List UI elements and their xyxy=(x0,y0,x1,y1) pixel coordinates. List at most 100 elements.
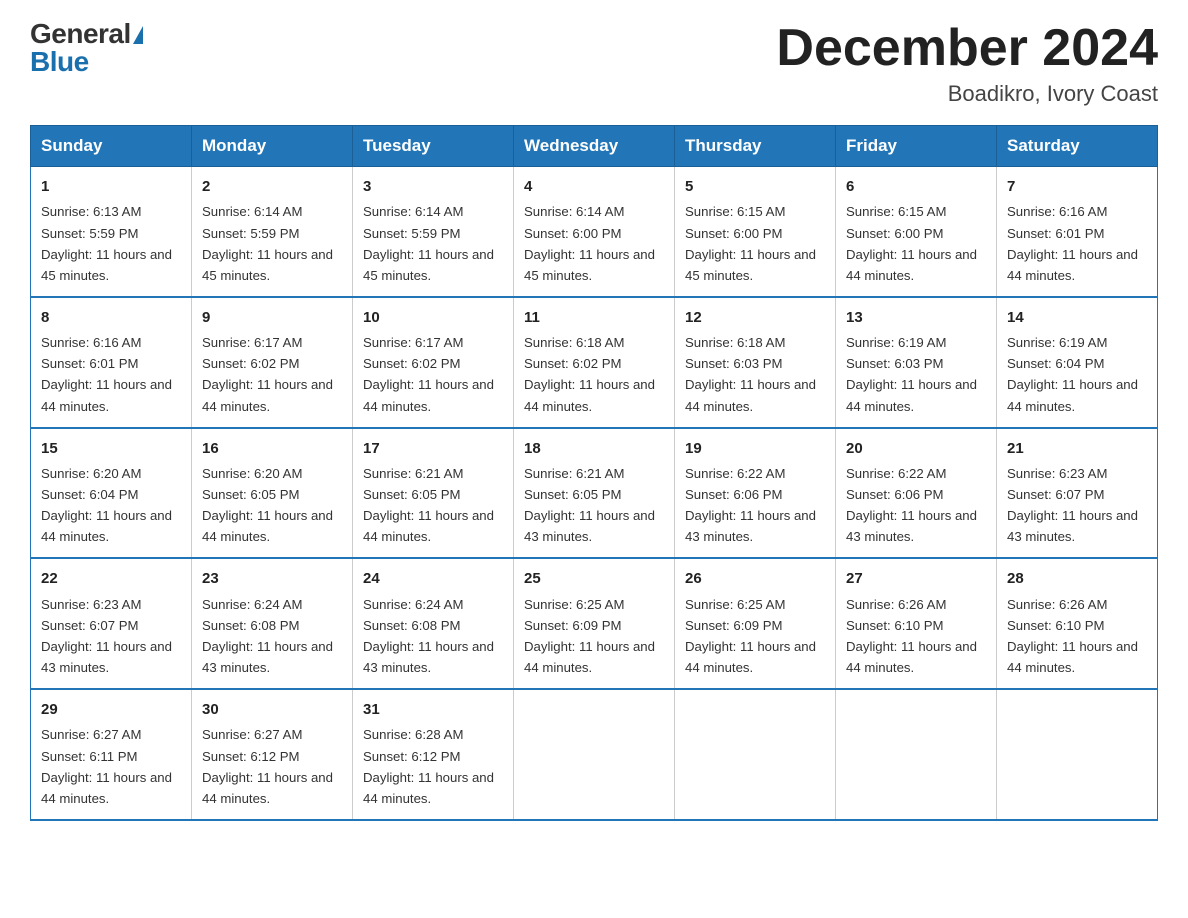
day-info: Sunrise: 6:24 AMSunset: 6:08 PMDaylight:… xyxy=(363,594,503,679)
day-number: 28 xyxy=(1007,567,1147,590)
day-number: 24 xyxy=(363,567,503,590)
calendar-cell xyxy=(675,689,836,820)
calendar-cell: 14Sunrise: 6:19 AMSunset: 6:04 PMDayligh… xyxy=(997,297,1158,428)
calendar-row-3: 15 Sunrise: 6:20 AMSunset: 6:04 PMDayligh… xyxy=(31,428,1158,559)
calendar-cell: 15 Sunrise: 6:20 AMSunset: 6:04 PMDayligh… xyxy=(31,428,192,559)
calendar-cell: 19 Sunrise: 6:22 AMSunset: 6:06 PMDayligh… xyxy=(675,428,836,559)
calendar-cell: 6 Sunrise: 6:15 AMSunset: 6:00 PMDaylight… xyxy=(836,167,997,297)
header-cell-thursday: Thursday xyxy=(675,126,836,167)
calendar-cell: 18 Sunrise: 6:21 AMSunset: 6:05 PMDayligh… xyxy=(514,428,675,559)
logo-blue-text: Blue xyxy=(30,46,89,77)
day-number: 27 xyxy=(846,567,986,590)
calendar-cell: 2 Sunrise: 6:14 AMSunset: 5:59 PMDaylight… xyxy=(192,167,353,297)
day-number: 15 xyxy=(41,437,181,460)
calendar-cell: 17 Sunrise: 6:21 AMSunset: 6:05 PMDayligh… xyxy=(353,428,514,559)
calendar-cell: 20 Sunrise: 6:22 AMSunset: 6:06 PMDayligh… xyxy=(836,428,997,559)
day-number: 5 xyxy=(685,175,825,198)
day-number: 2 xyxy=(202,175,342,198)
calendar-cell: 31 Sunrise: 6:28 AMSunset: 6:12 PMDayligh… xyxy=(353,689,514,820)
day-number: 12 xyxy=(685,306,825,329)
day-info: Sunrise: 6:19 AMSunset: 6:03 PMDaylight:… xyxy=(846,332,986,417)
day-number: 16 xyxy=(202,437,342,460)
day-number: 31 xyxy=(363,698,503,721)
calendar-cell: 5Sunrise: 6:15 AMSunset: 6:00 PMDaylight… xyxy=(675,167,836,297)
day-info: Sunrise: 6:23 AMSunset: 6:07 PMDaylight:… xyxy=(1007,463,1147,548)
day-info: Sunrise: 6:14 AMSunset: 5:59 PMDaylight:… xyxy=(363,201,503,286)
calendar-cell: 27Sunrise: 6:26 AMSunset: 6:10 PMDayligh… xyxy=(836,558,997,689)
day-number: 18 xyxy=(524,437,664,460)
day-info: Sunrise: 6:22 AMSunset: 6:06 PMDaylight:… xyxy=(846,463,986,548)
day-number: 13 xyxy=(846,306,986,329)
title-block: December 2024 Boadikro, Ivory Coast xyxy=(776,20,1158,107)
day-info: Sunrise: 6:22 AMSunset: 6:06 PMDaylight:… xyxy=(685,463,825,548)
day-number: 1 xyxy=(41,175,181,198)
day-info: Sunrise: 6:25 AMSunset: 6:09 PMDaylight:… xyxy=(524,594,664,679)
day-number: 9 xyxy=(202,306,342,329)
calendar-cell: 1 Sunrise: 6:13 AMSunset: 5:59 PMDaylight… xyxy=(31,167,192,297)
calendar-cell: 9Sunrise: 6:17 AMSunset: 6:02 PMDaylight… xyxy=(192,297,353,428)
calendar-cell: 30 Sunrise: 6:27 AMSunset: 6:12 PMDayligh… xyxy=(192,689,353,820)
calendar-cell xyxy=(836,689,997,820)
calendar-row-5: 29 Sunrise: 6:27 AMSunset: 6:11 PMDayligh… xyxy=(31,689,1158,820)
day-number: 21 xyxy=(1007,437,1147,460)
day-info: Sunrise: 6:23 AMSunset: 6:07 PMDaylight:… xyxy=(41,594,181,679)
day-info: Sunrise: 6:25 AMSunset: 6:09 PMDaylight:… xyxy=(685,594,825,679)
day-number: 3 xyxy=(363,175,503,198)
calendar-cell: 4 Sunrise: 6:14 AMSunset: 6:00 PMDaylight… xyxy=(514,167,675,297)
page-header: General Blue December 2024 Boadikro, Ivo… xyxy=(30,20,1158,107)
day-number: 20 xyxy=(846,437,986,460)
calendar-cell: 8Sunrise: 6:16 AMSunset: 6:01 PMDaylight… xyxy=(31,297,192,428)
calendar-cell xyxy=(997,689,1158,820)
day-info: Sunrise: 6:13 AMSunset: 5:59 PMDaylight:… xyxy=(41,201,181,286)
day-info: Sunrise: 6:16 AMSunset: 6:01 PMDaylight:… xyxy=(1007,201,1147,286)
header-cell-sunday: Sunday xyxy=(31,126,192,167)
day-info: Sunrise: 6:28 AMSunset: 6:12 PMDaylight:… xyxy=(363,724,503,809)
day-info: Sunrise: 6:20 AMSunset: 6:05 PMDaylight:… xyxy=(202,463,342,548)
logo-triangle-icon xyxy=(133,26,143,44)
day-info: Sunrise: 6:27 AMSunset: 6:11 PMDaylight:… xyxy=(41,724,181,809)
day-number: 6 xyxy=(846,175,986,198)
calendar-cell: 12Sunrise: 6:18 AMSunset: 6:03 PMDayligh… xyxy=(675,297,836,428)
calendar-cell: 28 Sunrise: 6:26 AMSunset: 6:10 PMDayligh… xyxy=(997,558,1158,689)
day-number: 29 xyxy=(41,698,181,721)
calendar-cell xyxy=(514,689,675,820)
day-number: 17 xyxy=(363,437,503,460)
day-info: Sunrise: 6:18 AMSunset: 6:02 PMDaylight:… xyxy=(524,332,664,417)
calendar-cell: 7 Sunrise: 6:16 AMSunset: 6:01 PMDaylight… xyxy=(997,167,1158,297)
day-number: 4 xyxy=(524,175,664,198)
calendar-header: SundayMondayTuesdayWednesdayThursdayFrid… xyxy=(31,126,1158,167)
header-cell-monday: Monday xyxy=(192,126,353,167)
calendar-title: December 2024 xyxy=(776,20,1158,77)
day-number: 22 xyxy=(41,567,181,590)
calendar-cell: 16 Sunrise: 6:20 AMSunset: 6:05 PMDayligh… xyxy=(192,428,353,559)
day-number: 14 xyxy=(1007,306,1147,329)
calendar-table: SundayMondayTuesdayWednesdayThursdayFrid… xyxy=(30,125,1158,821)
day-info: Sunrise: 6:20 AMSunset: 6:04 PMDaylight:… xyxy=(41,463,181,548)
calendar-cell: 24 Sunrise: 6:24 AMSunset: 6:08 PMDayligh… xyxy=(353,558,514,689)
day-info: Sunrise: 6:24 AMSunset: 6:08 PMDaylight:… xyxy=(202,594,342,679)
calendar-cell: 11Sunrise: 6:18 AMSunset: 6:02 PMDayligh… xyxy=(514,297,675,428)
day-info: Sunrise: 6:27 AMSunset: 6:12 PMDaylight:… xyxy=(202,724,342,809)
day-number: 7 xyxy=(1007,175,1147,198)
calendar-cell: 22 Sunrise: 6:23 AMSunset: 6:07 PMDayligh… xyxy=(31,558,192,689)
day-number: 25 xyxy=(524,567,664,590)
calendar-cell: 25 Sunrise: 6:25 AMSunset: 6:09 PMDayligh… xyxy=(514,558,675,689)
day-info: Sunrise: 6:14 AMSunset: 6:00 PMDaylight:… xyxy=(524,201,664,286)
header-cell-tuesday: Tuesday xyxy=(353,126,514,167)
day-info: Sunrise: 6:26 AMSunset: 6:10 PMDaylight:… xyxy=(1007,594,1147,679)
day-number: 30 xyxy=(202,698,342,721)
day-info: Sunrise: 6:21 AMSunset: 6:05 PMDaylight:… xyxy=(524,463,664,548)
day-info: Sunrise: 6:15 AMSunset: 6:00 PMDaylight:… xyxy=(846,201,986,286)
calendar-cell: 3 Sunrise: 6:14 AMSunset: 5:59 PMDaylight… xyxy=(353,167,514,297)
day-info: Sunrise: 6:21 AMSunset: 6:05 PMDaylight:… xyxy=(363,463,503,548)
calendar-row-2: 8Sunrise: 6:16 AMSunset: 6:01 PMDaylight… xyxy=(31,297,1158,428)
header-cell-saturday: Saturday xyxy=(997,126,1158,167)
logo: General Blue xyxy=(30,20,143,76)
logo-general-text: General xyxy=(30,18,131,49)
logo-line1: General xyxy=(30,20,143,48)
calendar-row-4: 22 Sunrise: 6:23 AMSunset: 6:07 PMDayligh… xyxy=(31,558,1158,689)
day-number: 26 xyxy=(685,567,825,590)
day-info: Sunrise: 6:16 AMSunset: 6:01 PMDaylight:… xyxy=(41,332,181,417)
day-number: 19 xyxy=(685,437,825,460)
day-info: Sunrise: 6:14 AMSunset: 5:59 PMDaylight:… xyxy=(202,201,342,286)
